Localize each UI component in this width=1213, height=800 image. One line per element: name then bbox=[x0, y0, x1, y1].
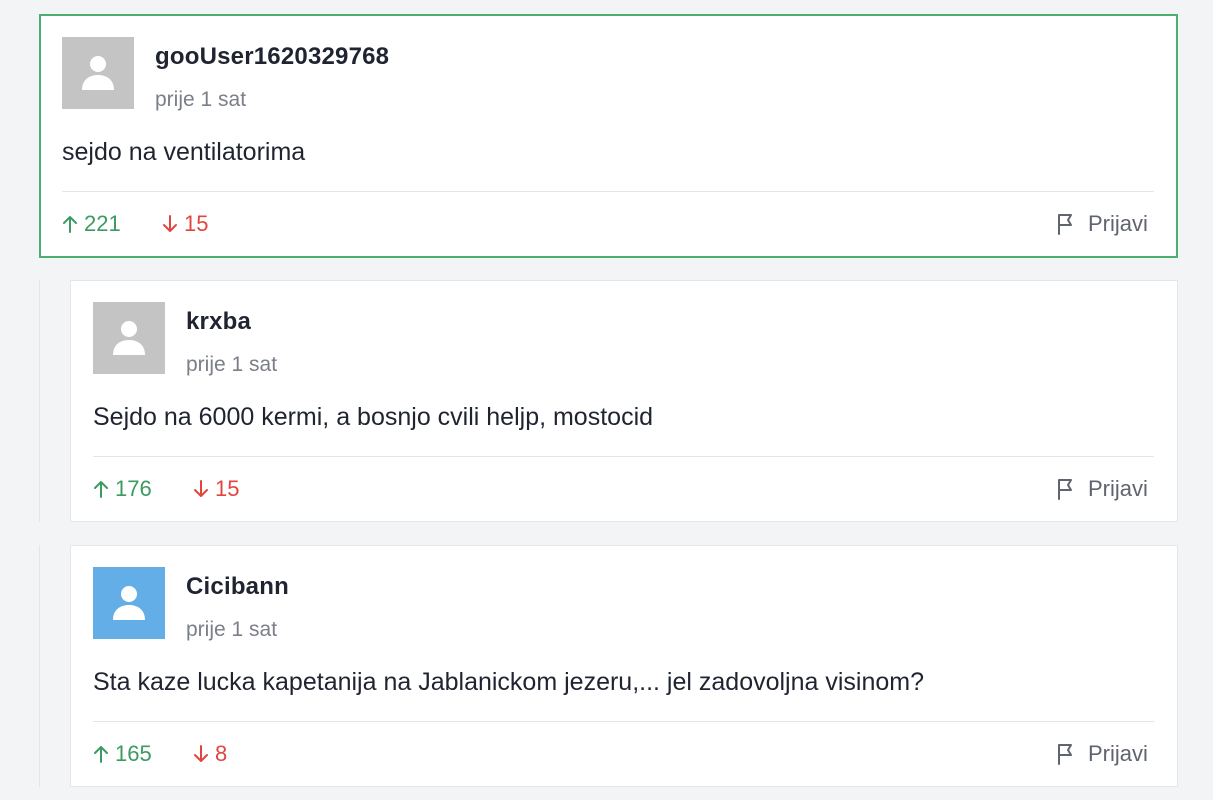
flag-icon bbox=[1058, 214, 1072, 235]
report-label: Prijavi bbox=[1088, 211, 1148, 236]
arrow-down-icon bbox=[194, 745, 208, 762]
flag-icon bbox=[1058, 479, 1072, 500]
downvote-count: 8 bbox=[215, 741, 228, 766]
downvote-button[interactable]: 15 bbox=[162, 211, 208, 237]
upvote-count: 176 bbox=[115, 476, 152, 501]
arrow-up-icon bbox=[63, 216, 77, 233]
avatar bbox=[93, 567, 165, 639]
divider bbox=[93, 456, 1154, 457]
comment-time: prije 1 sat bbox=[155, 88, 247, 111]
arrow-down-icon bbox=[163, 215, 177, 232]
comment-username[interactable]: gooUser1620329768 bbox=[155, 43, 389, 71]
upvote-button[interactable]: 165 bbox=[93, 741, 152, 767]
comment-text: Sejdo na 6000 kermi, a bosnjo cvili helj… bbox=[93, 403, 654, 431]
arrow-up-icon bbox=[94, 481, 108, 498]
report-button[interactable]: Prijavi bbox=[1056, 741, 1148, 767]
flag-icon bbox=[1058, 744, 1072, 765]
comment-time: prije 1 sat bbox=[186, 618, 278, 641]
downvote-button[interactable]: 8 bbox=[193, 741, 227, 767]
arrow-down-icon bbox=[194, 480, 208, 497]
upvote-button[interactable]: 176 bbox=[93, 476, 152, 502]
thread-line bbox=[39, 545, 40, 787]
upvote-button[interactable]: 221 bbox=[62, 211, 121, 237]
avatar bbox=[93, 302, 165, 374]
user-icon bbox=[82, 56, 114, 90]
user-icon bbox=[113, 321, 145, 355]
report-button[interactable]: Prijavi bbox=[1056, 211, 1148, 237]
comment-username[interactable]: Cicibann bbox=[186, 573, 289, 601]
comment-text: sejdo na ventilatorima bbox=[62, 138, 306, 166]
comment-username[interactable]: krxba bbox=[186, 308, 251, 336]
report-label: Prijavi bbox=[1088, 476, 1148, 501]
upvote-count: 221 bbox=[84, 211, 121, 236]
arrow-up-icon bbox=[94, 746, 108, 763]
upvote-count: 165 bbox=[115, 741, 152, 766]
comment-text: Sta kaze lucka kapetanija na Jablanickom… bbox=[93, 668, 925, 696]
comment-time: prije 1 sat bbox=[186, 353, 278, 376]
report-label: Prijavi bbox=[1088, 741, 1148, 766]
downvote-count: 15 bbox=[184, 211, 209, 236]
report-button[interactable]: Prijavi bbox=[1056, 476, 1148, 502]
downvote-button[interactable]: 15 bbox=[193, 476, 239, 502]
divider bbox=[93, 721, 1154, 722]
divider bbox=[62, 191, 1154, 192]
downvote-count: 15 bbox=[215, 476, 240, 501]
thread-line bbox=[39, 280, 40, 522]
user-icon bbox=[113, 586, 145, 620]
avatar bbox=[62, 37, 134, 109]
